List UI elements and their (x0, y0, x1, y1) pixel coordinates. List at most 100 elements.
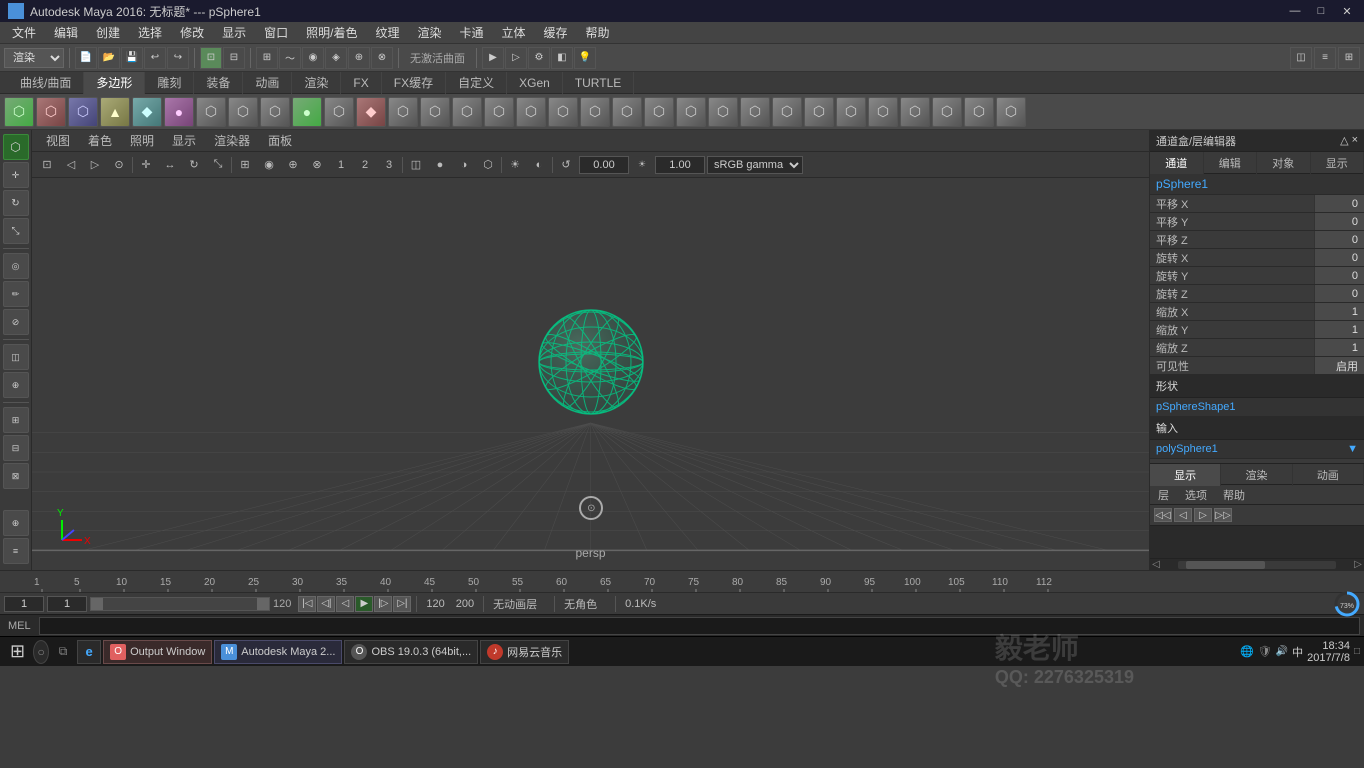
viewport-menu-panels[interactable]: 面板 (260, 130, 300, 151)
shelf-icon-29[interactable]: ⬡ (932, 97, 962, 127)
play-fwd-btn[interactable]: ▶ (355, 596, 373, 612)
menu-render[interactable]: 渲染 (409, 22, 449, 43)
cb-row-scaleZ[interactable]: 缩放 Z 1 (1150, 339, 1364, 357)
shelf-icon-8[interactable]: ⬡ (260, 97, 290, 127)
vp-shading-wf-btn[interactable]: ◫ (405, 155, 427, 175)
search-circle-btn[interactable]: ○ (33, 640, 49, 664)
cb-row-rotateY[interactable]: 旋转 Y 0 (1150, 267, 1364, 285)
timeline[interactable]: 1 5 10 15 20 25 30 35 40 45 50 (0, 570, 1364, 592)
attr-tab-render[interactable]: 渲染 (1221, 464, 1292, 486)
vp-prev-camera-btn[interactable]: ◁ (60, 155, 82, 175)
sphere-object[interactable] (531, 302, 651, 422)
step-back-btn[interactable]: ◁| (317, 596, 335, 612)
cb-row-translateX[interactable]: 平移 X 0 (1150, 195, 1364, 213)
viewport-menu-show[interactable]: 显示 (164, 130, 204, 151)
scale-tool-btn[interactable]: ⤡ (3, 218, 29, 244)
cb-row-scaleY[interactable]: 缩放 Y 1 (1150, 321, 1364, 339)
move-tool-btn[interactable]: ✛ (3, 162, 29, 188)
shelf-icon-16[interactable]: ⬡ (516, 97, 546, 127)
step-fwd-btn[interactable]: |▷ (374, 596, 392, 612)
cb-value-rotateZ[interactable]: 0 (1314, 285, 1364, 302)
cb-value-rotateX[interactable]: 0 (1314, 249, 1364, 266)
viewport-menu-lighting[interactable]: 照明 (122, 130, 162, 151)
open-file-btn[interactable]: 📂 (98, 47, 120, 69)
shelf-icon-9[interactable]: ● (292, 97, 322, 127)
shelf-icon-17[interactable]: ⬡ (548, 97, 578, 127)
shelf-icon-15[interactable]: ⬡ (484, 97, 514, 127)
shelf-tab-custom[interactable]: 自定义 (446, 72, 507, 94)
vp-scale-btn[interactable]: ⤡ (207, 155, 229, 175)
cb-value-scaleX[interactable]: 1 (1314, 303, 1364, 320)
shelf-icon-12[interactable]: ⬡ (388, 97, 418, 127)
render-settings-btn[interactable]: ⚙ (528, 47, 550, 69)
vp-snap3-btn[interactable]: ⊗ (306, 155, 328, 175)
attr-subtab-help[interactable]: 帮助 (1215, 485, 1253, 505)
cb-tab-channel[interactable]: 通道 (1150, 152, 1204, 174)
maximize-button[interactable]: □ (1312, 2, 1330, 20)
taskbar-netease[interactable]: ♪ 网易云音乐 (480, 640, 569, 664)
playback-range[interactable] (90, 597, 270, 611)
lasso-sel-btn[interactable]: ⊘ (3, 309, 29, 335)
close-button[interactable]: ✕ (1338, 2, 1356, 20)
shelf-tab-sculpt[interactable]: 雕刻 (145, 72, 194, 94)
scroll-track[interactable] (1178, 561, 1336, 569)
vp-rotate-btn[interactable]: ↻ (183, 155, 205, 175)
shelf-icon-11[interactable]: ◆ (356, 97, 386, 127)
snap-to-view-btn[interactable]: ◈ (325, 47, 347, 69)
shelf-icon-30[interactable]: ⬡ (964, 97, 994, 127)
view-cube-btn[interactable]: ⊞ (3, 407, 29, 433)
menu-edit[interactable]: 编辑 (46, 22, 86, 43)
cb-row-rotateZ[interactable]: 旋转 Z 0 (1150, 285, 1364, 303)
vp-shading-smooth-btn[interactable]: ● (429, 155, 451, 175)
snap-to-curve-btn[interactable]: 〜 (279, 47, 301, 69)
vp-move-btn[interactable]: ↔ (159, 155, 181, 175)
cb-value-scaleY[interactable]: 1 (1314, 321, 1364, 338)
quick-layout-btn[interactable]: ⊕ (3, 510, 29, 536)
show-manipulator-btn[interactable]: ◫ (3, 344, 29, 370)
shelf-tab-render[interactable]: 渲染 (292, 72, 341, 94)
cb-tab-object[interactable]: 对象 (1257, 152, 1311, 174)
scroll-left-icon[interactable]: ◁ (1150, 559, 1162, 571)
nav-left-left-btn[interactable]: ◁◁ (1154, 508, 1172, 522)
vp-shading-flat-btn[interactable]: ◑ (453, 155, 475, 175)
render-view-btn[interactable]: ▶ (482, 47, 504, 69)
shelf-icon-19[interactable]: ⬡ (612, 97, 642, 127)
shelf-icon-7[interactable]: ⬡ (228, 97, 258, 127)
vp-snap2-btn[interactable]: ⊕ (282, 155, 304, 175)
minimize-button[interactable]: — (1286, 2, 1304, 20)
volume-icon[interactable]: 🔊 (1276, 646, 1288, 657)
redo-btn[interactable]: ↪ (167, 47, 189, 69)
cb-value-scaleZ[interactable]: 1 (1314, 339, 1364, 356)
shelf-icon-23[interactable]: ⬡ (740, 97, 770, 127)
toggle-btn[interactable]: ⊠ (3, 463, 29, 489)
cb-input-dropdown-icon[interactable]: ▼ (1347, 443, 1358, 455)
range-thumb-left[interactable] (91, 598, 103, 610)
shelf-icon-21[interactable]: ⬡ (676, 97, 706, 127)
shelf-tab-fx[interactable]: FX (341, 72, 381, 94)
cb-value-translateY[interactable]: 0 (1314, 213, 1364, 230)
taskbar-obs[interactable]: O OBS 19.0.3 (64bit,... (344, 640, 478, 664)
snap-to-surface-btn[interactable]: ⊕ (348, 47, 370, 69)
attr-subtab-options[interactable]: 选项 (1177, 485, 1215, 505)
shelf-icon-5[interactable]: ● (164, 97, 194, 127)
menu-display[interactable]: 显示 (214, 22, 254, 43)
menu-window[interactable]: 窗口 (256, 22, 296, 43)
shelf-icon-26[interactable]: ⬡ (836, 97, 866, 127)
task-view-btn[interactable]: ⧉ (51, 640, 75, 664)
frame-current-input[interactable] (47, 596, 87, 612)
vp-texture-btn[interactable]: ⬡ (477, 155, 499, 175)
attr-tab-display[interactable]: 显示 (1150, 464, 1221, 486)
channel-box-expand-btn[interactable]: △ (1340, 134, 1348, 147)
cb-row-translateZ[interactable]: 平移 Z 0 (1150, 231, 1364, 249)
vp-snap-btn[interactable]: ◉ (258, 155, 280, 175)
vp-sync-btn[interactable]: ⊙ (108, 155, 130, 175)
undo-btn[interactable]: ↩ (144, 47, 166, 69)
menu-stereo[interactable]: 立体 (494, 22, 534, 43)
shelf-tab-xgen[interactable]: XGen (507, 72, 563, 94)
new-file-btn[interactable]: 📄 (75, 47, 97, 69)
shelf-icon-14[interactable]: ⬡ (452, 97, 482, 127)
shelf-icon-3[interactable]: ▲ (100, 97, 130, 127)
right-panel-scrollbar[interactable]: ◁ ▷ (1150, 558, 1364, 570)
last-tool-btn[interactable]: ⊕ (3, 372, 29, 398)
shelf-icon-20[interactable]: ⬡ (644, 97, 674, 127)
